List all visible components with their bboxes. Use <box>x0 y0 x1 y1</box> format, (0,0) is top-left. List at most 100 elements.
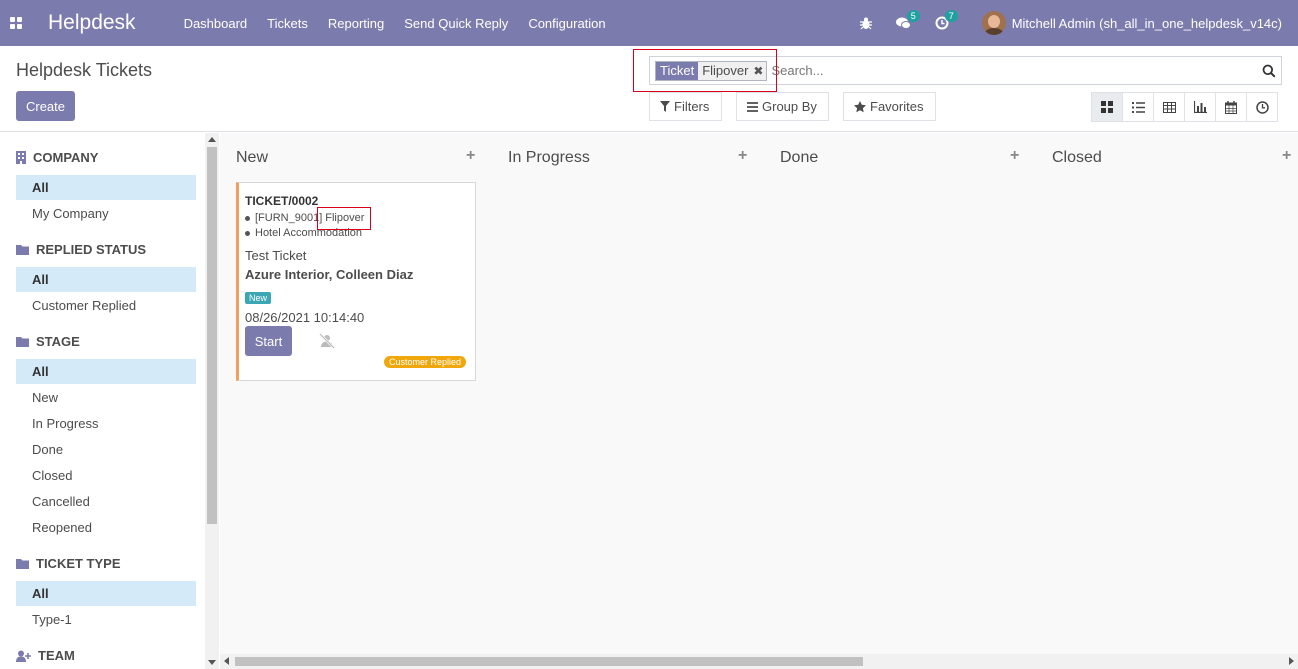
calendar-view-button[interactable] <box>1215 92 1247 122</box>
clock-outline-icon <box>1255 100 1269 114</box>
app-brand[interactable]: Helpdesk <box>48 11 136 35</box>
search-panel: COMPANY All My Company REPLIED STATUS Al… <box>0 133 205 669</box>
ticket-card[interactable]: TICKET/0002 [FURN_9001] Flipover Hotel A… <box>236 182 476 381</box>
kanban-board: New + In Progress + Done + Closed + TICK… <box>220 133 1298 669</box>
filters-button[interactable]: Filters <box>649 92 722 121</box>
quick-create-new-icon[interactable]: + <box>466 147 475 165</box>
stage-badge: New <box>245 292 272 304</box>
facet-label: Ticket <box>656 61 699 80</box>
chat-icon[interactable]: 5 <box>896 10 920 31</box>
kanban-horizontal-scrollbar[interactable] <box>220 654 1298 669</box>
folder-icon <box>16 559 29 569</box>
column-title-new[interactable]: New <box>236 149 268 167</box>
customer-replied-badge: Customer Replied <box>383 356 466 368</box>
ticket-date: 08/26/2021 10:14:40 <box>245 310 365 325</box>
bug-icon[interactable] <box>858 15 874 31</box>
favorites-button[interactable]: Favorites <box>843 92 936 121</box>
ticket-product: [FURN_9001] Flipover <box>245 212 364 224</box>
building-icon <box>16 151 26 164</box>
main-menu: Dashboard Tickets Reporting Send Quick R… <box>184 16 626 31</box>
stage-all[interactable]: All <box>16 359 196 384</box>
filters-label: Filters <box>674 99 710 114</box>
bullet-icon <box>245 215 250 221</box>
replied-status-group-label: REPLIED STATUS <box>36 242 147 257</box>
star-icon <box>854 100 866 112</box>
menu-configuration[interactable]: Configuration <box>528 16 605 31</box>
messages-count-badge: 5 <box>906 10 920 22</box>
group-by-label: Group By <box>762 99 817 114</box>
bars-icon <box>747 101 758 112</box>
folder-icon <box>16 245 29 255</box>
ticket-subject: Test Ticket <box>245 248 307 263</box>
product-code: [FURN_9001] <box>255 212 323 224</box>
stage-group-title: STAGE <box>16 334 80 349</box>
ticket-type-group-title: TICKET TYPE <box>16 556 121 571</box>
stage-closed[interactable]: Closed <box>16 463 196 488</box>
start-button[interactable]: Start <box>245 326 292 356</box>
kanban-view-button[interactable] <box>1091 92 1123 122</box>
user-menu[interactable]: Mitchell Admin (sh_all_in_one_helpdesk_v… <box>1012 16 1282 31</box>
quick-create-closed-icon[interactable]: + <box>1282 147 1291 165</box>
ticket-category: Hotel Accommodation <box>245 227 362 239</box>
menu-tickets[interactable]: Tickets <box>267 16 308 31</box>
menu-reporting[interactable]: Reporting <box>328 16 384 31</box>
search-icon[interactable] <box>1262 64 1276 78</box>
replied-status-customer-replied[interactable]: Customer Replied <box>16 293 196 318</box>
product-name: Flipover <box>325 212 365 224</box>
stage-reopened[interactable]: Reopened <box>16 515 196 540</box>
activities-count-badge: 7 <box>944 10 958 22</box>
stage-group-label: STAGE <box>36 334 80 349</box>
create-button[interactable]: Create <box>16 91 75 121</box>
horizontal-scroll-thumb[interactable] <box>235 657 863 666</box>
activity-view-button[interactable] <box>1246 92 1278 122</box>
bullet-icon <box>245 230 250 236</box>
top-navbar: Helpdesk Dashboard Tickets Reporting Sen… <box>0 0 1298 46</box>
clock-icon[interactable]: 7 <box>934 10 958 31</box>
quick-create-done-icon[interactable]: + <box>1010 147 1019 165</box>
remove-facet-icon[interactable]: ✖ <box>752 64 764 78</box>
stage-done[interactable]: Done <box>16 437 196 462</box>
search-input[interactable] <box>771 63 1242 78</box>
ticket-type-type-1[interactable]: Type-1 <box>16 607 196 632</box>
sidebar-scrollbar[interactable] <box>205 133 219 669</box>
apps-menu-icon[interactable] <box>0 0 32 46</box>
kanban-icon <box>1101 101 1113 113</box>
facet-value: Flipover <box>702 63 749 78</box>
list-view-button[interactable] <box>1122 92 1154 122</box>
column-title-closed[interactable]: Closed <box>1052 149 1102 167</box>
scroll-thumb[interactable] <box>207 147 217 524</box>
ticket-partner: Azure Interior, Colleen Diaz <box>245 267 414 282</box>
view-switcher <box>1091 92 1278 122</box>
company-group-title: COMPANY <box>16 150 98 165</box>
company-my-company[interactable]: My Company <box>16 201 196 226</box>
quick-create-in-progress-icon[interactable]: + <box>738 147 747 165</box>
replied-status-all[interactable]: All <box>16 267 196 292</box>
calendar-icon <box>1225 100 1237 114</box>
list-icon <box>1131 101 1145 113</box>
scroll-left-arrow-icon[interactable] <box>224 657 229 665</box>
column-title-in-progress[interactable]: In Progress <box>508 149 590 167</box>
scroll-down-arrow-icon[interactable] <box>208 660 216 665</box>
company-all[interactable]: All <box>16 175 196 200</box>
menu-dashboard[interactable]: Dashboard <box>184 16 248 31</box>
search-bar: Ticket Flipover ✖ <box>649 56 1282 85</box>
graph-view-button[interactable] <box>1184 92 1216 122</box>
unassigned-user-icon[interactable] <box>319 333 335 349</box>
ticket-type-all[interactable]: All <box>16 581 196 606</box>
systray: 5 7 Mitchell Admin (sh_all_in_one_helpde… <box>836 0 1282 46</box>
company-group-label: COMPANY <box>33 150 99 165</box>
scroll-up-arrow-icon[interactable] <box>208 137 216 142</box>
group-by-button[interactable]: Group By <box>736 92 829 121</box>
replied-status-group-title: REPLIED STATUS <box>16 242 146 257</box>
pivot-view-button[interactable] <box>1153 92 1185 122</box>
filter-icon <box>660 101 670 112</box>
menu-send-quick-reply[interactable]: Send Quick Reply <box>404 16 508 31</box>
user-plus-icon <box>16 650 31 662</box>
stage-new[interactable]: New <box>16 385 196 410</box>
column-title-done[interactable]: Done <box>780 149 818 167</box>
scroll-right-arrow-icon[interactable] <box>1289 657 1294 665</box>
stage-in-progress[interactable]: In Progress <box>16 411 196 436</box>
avatar[interactable] <box>981 11 1006 35</box>
control-panel: Helpdesk Tickets Create Ticket Flipover … <box>0 46 1298 132</box>
stage-cancelled[interactable]: Cancelled <box>16 489 196 514</box>
